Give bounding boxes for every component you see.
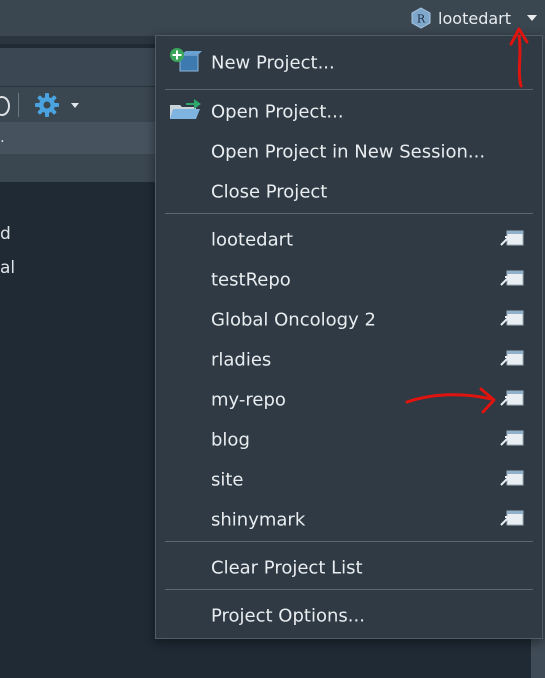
pane-text-fragment: d: [0, 224, 11, 244]
menu-item-label: New Project...: [211, 52, 335, 74]
menu-item-label: Clear Project List: [211, 557, 363, 579]
recent-project-label: lootedart: [211, 229, 294, 251]
menu-divider: [165, 541, 533, 542]
open-in-new-window-icon[interactable]: [499, 468, 525, 492]
pane-column-header: [0, 154, 160, 182]
open-in-new-window-icon[interactable]: [499, 268, 525, 292]
menu-item-open-in-new-session[interactable]: Open Project in New Session...: [156, 132, 542, 172]
menu-item-new-project[interactable]: New Project...: [156, 43, 542, 83]
recent-project-label: my-repo: [211, 389, 286, 411]
open-in-new-window-icon[interactable]: [499, 228, 525, 252]
recent-project-label: testRepo: [211, 269, 291, 291]
refresh-icon[interactable]: [0, 96, 10, 116]
menu-item-label: Open Project...: [211, 101, 344, 123]
recent-project-item[interactable]: Global Oncology 2: [156, 300, 542, 340]
top-toolbar: R lootedart: [0, 0, 545, 37]
new-project-icon: [168, 47, 202, 79]
recent-project-item[interactable]: shinymark: [156, 500, 542, 540]
recent-project-label: site: [211, 469, 244, 491]
open-in-new-window-icon[interactable]: [499, 428, 525, 452]
pane-toolbar: [0, 86, 160, 124]
recent-project-label: Global Oncology 2: [211, 309, 376, 331]
project-menu-button[interactable]: R lootedart: [410, 4, 537, 32]
recent-project-label: rladies: [211, 349, 272, 371]
r-project-icon: R: [410, 7, 432, 29]
path-fragment: .: [0, 128, 5, 146]
path-bar: .: [0, 122, 160, 154]
recent-project-item[interactable]: testRepo: [156, 260, 542, 300]
open-folder-icon: [168, 97, 202, 127]
recent-project-item[interactable]: my-repo: [156, 380, 542, 420]
menu-item-label: Project Options...: [211, 605, 365, 627]
menu-divider: [165, 89, 533, 90]
open-in-new-window-icon[interactable]: [499, 388, 525, 412]
toolbar-divider: [18, 93, 19, 117]
menu-divider: [165, 213, 533, 214]
open-in-new-window-icon[interactable]: [499, 348, 525, 372]
menu-item-label: Open Project in New Session...: [211, 141, 486, 163]
pane-strip: [0, 36, 160, 44]
gear-dropdown-caret-icon[interactable]: [71, 103, 79, 108]
current-project-label: lootedart: [438, 8, 511, 28]
recent-project-label: blog: [211, 429, 250, 451]
pane-header: [0, 48, 160, 86]
recent-project-label: shinymark: [211, 509, 306, 531]
open-in-new-window-icon[interactable]: [499, 508, 525, 532]
menu-item-close-project[interactable]: Close Project: [156, 172, 542, 212]
menu-item-label: Close Project: [211, 181, 328, 203]
r-letter: R: [417, 13, 426, 26]
menu-divider: [165, 589, 533, 590]
chevron-down-icon[interactable]: [527, 15, 537, 21]
recent-project-item[interactable]: rladies: [156, 340, 542, 380]
menu-item-open-project[interactable]: Open Project...: [156, 92, 542, 132]
open-in-new-window-icon[interactable]: [499, 308, 525, 332]
gear-icon[interactable]: [34, 92, 60, 122]
project-dropdown-menu: New Project... Open Project... Open Proj…: [155, 35, 543, 639]
menu-item-project-options[interactable]: Project Options...: [156, 596, 542, 636]
recent-project-item[interactable]: lootedart: [156, 220, 542, 260]
pane-text-fragment: al: [0, 258, 16, 278]
recent-project-item[interactable]: blog: [156, 420, 542, 460]
recent-project-item[interactable]: site: [156, 460, 542, 500]
menu-item-clear-project-list[interactable]: Clear Project List: [156, 548, 542, 588]
